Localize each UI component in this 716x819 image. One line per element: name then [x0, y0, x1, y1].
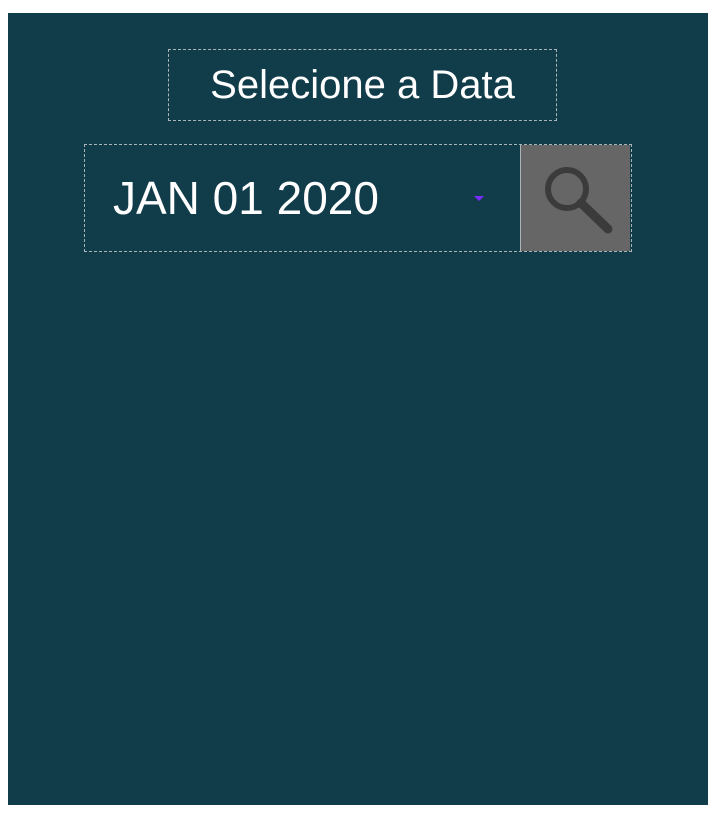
search-button[interactable]	[520, 145, 630, 251]
page-title: Selecione a Data	[168, 49, 557, 121]
date-search-row: JAN 01 2020	[84, 144, 632, 252]
search-icon	[545, 167, 613, 234]
date-dropdown[interactable]: JAN 01 2020	[85, 145, 520, 251]
app-screen: Selecione a Data JAN 01 2020	[8, 13, 708, 805]
selected-date: JAN 01 2020	[113, 172, 379, 224]
dropdown-arrow-icon	[474, 196, 484, 201]
